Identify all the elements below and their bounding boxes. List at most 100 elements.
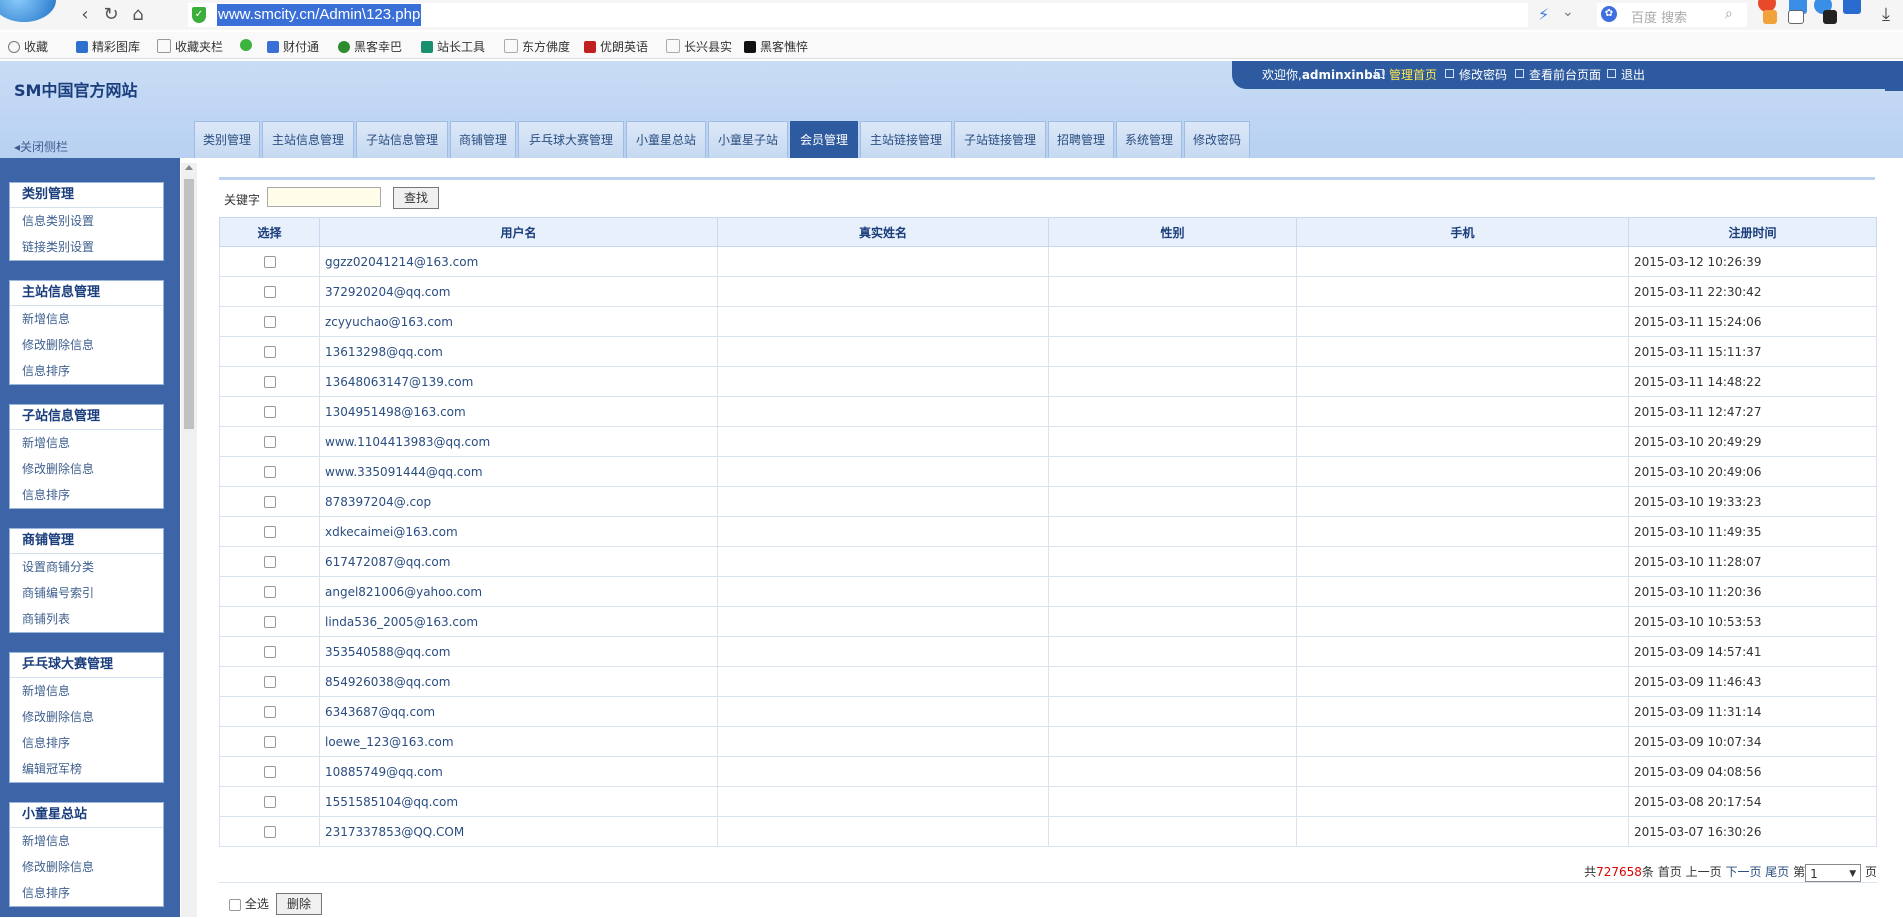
row-checkbox[interactable] [263, 796, 276, 808]
scroll-thumb[interactable] [184, 179, 194, 429]
logout-link[interactable]: 退出 [1607, 61, 1645, 89]
row-checkbox[interactable] [263, 706, 276, 718]
username-cell[interactable]: 10885749@qq.com [319, 756, 718, 787]
row-checkbox[interactable] [263, 496, 276, 508]
sidebar-item[interactable]: 编辑冠军榜 [10, 756, 163, 782]
username-cell[interactable]: 353540588@qq.com [319, 636, 718, 667]
username-cell[interactable]: ggzz02041214@163.com [319, 246, 718, 277]
username-cell[interactable]: 854926038@qq.com [319, 666, 718, 697]
sidebar-item[interactable]: 设置商铺分类 [10, 554, 163, 580]
tab-star-main[interactable]: 小童星总站 [626, 121, 706, 158]
bookmark-item[interactable]: 黑客幸巴 [338, 38, 402, 55]
bookmark-item[interactable]: 东方佛度 [504, 38, 570, 55]
tab-pingpong[interactable]: 乒乓球大赛管理 [518, 121, 624, 158]
username-cell[interactable]: 13613298@qq.com [319, 336, 718, 367]
sidebar-item[interactable]: 修改删除信息 [10, 704, 163, 730]
bookmark-item[interactable]: 收藏夹栏 [157, 38, 223, 55]
scrollbar[interactable] [181, 163, 197, 917]
tab-shops[interactable]: 商铺管理 [450, 121, 516, 158]
username-cell[interactable]: xdkecaimei@163.com [319, 516, 718, 547]
bookmark-item[interactable]: 财付通 [267, 38, 319, 55]
sidebar-item[interactable]: 新增信息 [10, 828, 163, 854]
find-button[interactable]: 查找 [393, 187, 439, 209]
refresh-button[interactable]: ↻ [100, 4, 122, 26]
row-checkbox[interactable] [263, 646, 276, 658]
sidebar-item[interactable]: 信息排序 [10, 358, 163, 384]
screenshot-icon[interactable] [1823, 10, 1837, 24]
username-cell[interactable]: linda536_2005@163.com [319, 606, 718, 637]
bookmark-item[interactable]: 长兴县实 [666, 38, 732, 55]
sidebar-item[interactable]: 新增信息 [10, 430, 163, 456]
back-button[interactable]: ‹ [74, 4, 96, 26]
row-checkbox[interactable] [263, 346, 276, 358]
username-cell[interactable]: 1304951498@163.com [319, 396, 718, 427]
bookmark-item[interactable] [240, 38, 256, 52]
grid-icon[interactable] [1763, 10, 1777, 24]
username-cell[interactable]: www.335091444@qq.com [319, 456, 718, 487]
sidebar-item[interactable]: 商铺列表 [10, 606, 163, 632]
username-cell[interactable]: 1551585104@qq.com [319, 786, 718, 817]
username-cell[interactable]: 617472087@qq.com [319, 546, 718, 577]
row-checkbox[interactable] [263, 526, 276, 538]
row-checkbox[interactable] [263, 556, 276, 568]
sidebar-item[interactable]: 商铺编号索引 [10, 580, 163, 606]
bookmark-item[interactable]: 优朗英语 [584, 38, 648, 55]
row-checkbox[interactable] [263, 436, 276, 448]
tab-sub-info[interactable]: 子站信息管理 [356, 121, 448, 158]
tab-members[interactable]: 会员管理 [790, 121, 858, 158]
row-checkbox[interactable] [263, 736, 276, 748]
keyword-input[interactable] [267, 187, 381, 207]
row-checkbox[interactable] [263, 766, 276, 778]
tab-star-sub[interactable]: 小童星子站 [708, 121, 788, 158]
username-cell[interactable]: 2317337853@QQ.COM [319, 816, 718, 847]
next-page-link[interactable]: 下一页 [1725, 865, 1761, 879]
delete-button[interactable]: 删除 [276, 893, 322, 915]
lightning-icon[interactable]: ⚡ [1538, 5, 1549, 24]
row-checkbox[interactable] [263, 376, 276, 388]
sidebar-item[interactable]: 信息类别设置 [10, 208, 163, 234]
tab-main-info[interactable]: 主站信息管理 [262, 121, 354, 158]
sidebar-item[interactable]: 信息排序 [10, 730, 163, 756]
tab-category[interactable]: 类别管理 [194, 121, 260, 158]
bookmark-item[interactable]: 精彩图库 [76, 38, 140, 55]
tab-sub-links[interactable]: 子站链接管理 [954, 121, 1046, 158]
view-frontend-link[interactable]: 查看前台页面 [1515, 61, 1601, 89]
search-box[interactable]: ✿ 百度 搜索 ⌕ [1597, 3, 1747, 27]
row-checkbox[interactable] [263, 616, 276, 628]
tab-recruit[interactable]: 招聘管理 [1048, 121, 1114, 158]
username-cell[interactable]: angel821006@yahoo.com [319, 576, 718, 607]
bookmark-item[interactable]: 收藏 [8, 38, 48, 55]
search-icon[interactable]: ⌕ [1725, 6, 1733, 22]
send-icon[interactable] [1843, 0, 1861, 14]
address-bar[interactable]: ✓ www.smcity.cn/Admin\123.php [188, 3, 1528, 27]
change-password-link[interactable]: 修改密码 [1445, 61, 1507, 89]
tab-system[interactable]: 系统管理 [1116, 121, 1182, 158]
close-sidebar-link[interactable]: ◂关闭侧栏 [14, 138, 68, 155]
bookmark-icon[interactable] [1788, 10, 1804, 24]
sidebar-item[interactable]: 信息排序 [10, 482, 163, 508]
sidebar-item[interactable]: 链接类别设置 [10, 234, 163, 260]
page-select[interactable]: 1 ▼ [1805, 863, 1862, 882]
row-checkbox[interactable] [263, 826, 276, 838]
username-cell[interactable]: 878397204@.cop [319, 486, 718, 517]
sidebar-item[interactable]: 新增信息 [10, 678, 163, 704]
select-all[interactable]: 全选 [229, 895, 269, 912]
username-cell[interactable]: 6343687@qq.com [319, 696, 718, 727]
username-cell[interactable]: 372920204@qq.com [319, 276, 718, 307]
username-cell[interactable]: loewe_123@163.com [319, 726, 718, 757]
select-all-checkbox[interactable] [229, 898, 241, 911]
sidebar-item[interactable]: 修改删除信息 [10, 854, 163, 880]
last-page-link[interactable]: 尾页 [1765, 865, 1789, 879]
bookmark-item[interactable]: 站长工具 [421, 38, 485, 55]
home-button[interactable]: ⌂ [127, 4, 149, 26]
row-checkbox[interactable] [263, 316, 276, 328]
scroll-up-icon[interactable] [185, 165, 193, 170]
row-checkbox[interactable] [263, 406, 276, 418]
download-icon[interactable]: ⤓ [1882, 4, 1900, 25]
bookmark-item[interactable]: 黑客憔悴 [744, 38, 808, 55]
sidebar-item[interactable]: 新增信息 [10, 306, 163, 332]
username-cell[interactable]: 13648063147@139.com [319, 366, 718, 397]
sidebar-item[interactable]: 信息排序 [10, 880, 163, 906]
admin-home-link[interactable]: 管理首页 [1375, 61, 1437, 89]
row-checkbox[interactable] [263, 286, 276, 298]
